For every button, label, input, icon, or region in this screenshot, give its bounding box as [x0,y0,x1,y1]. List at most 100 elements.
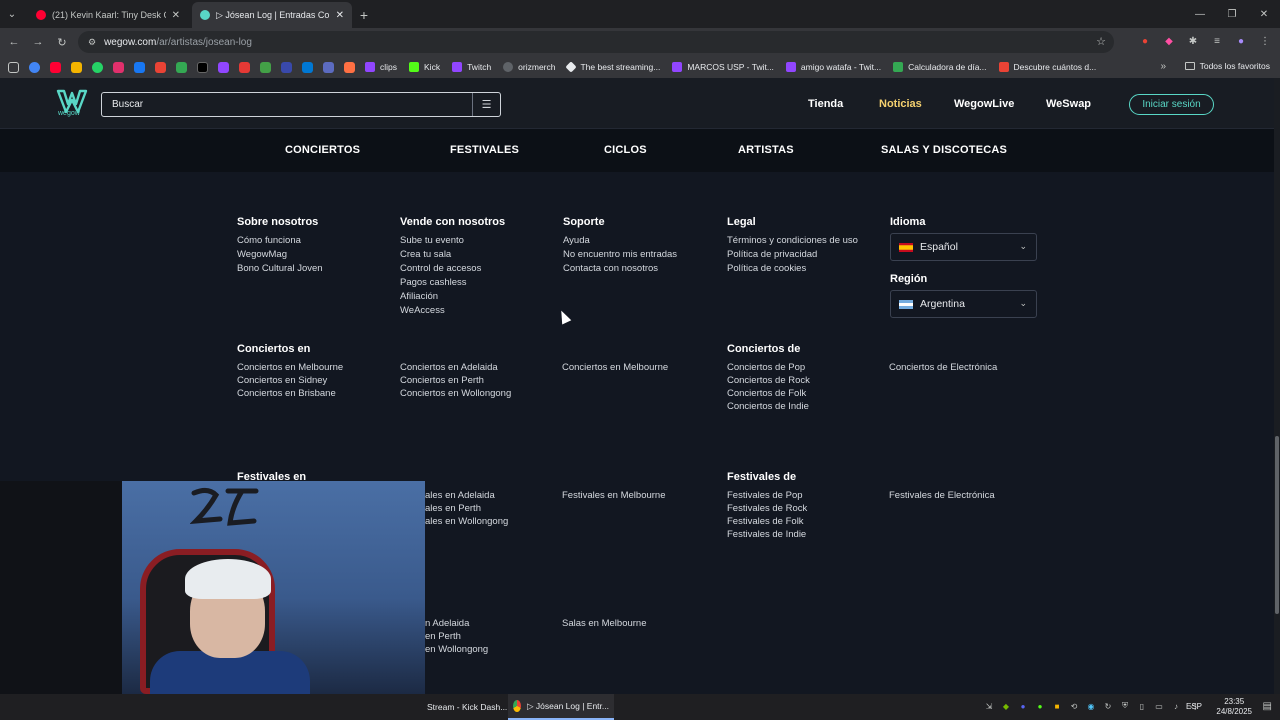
translate-icon[interactable] [323,61,334,73]
bookmark-calculadora[interactable]: Calculadora de día... [893,62,987,72]
profile-avatar-icon[interactable]: ● [1234,34,1248,48]
footer-link[interactable]: Conciertos de Pop [727,362,805,373]
language-select[interactable]: Español ⌄ [890,233,1037,261]
youtube-icon[interactable] [50,61,61,73]
restore-icon[interactable]: ❐ [1216,0,1248,28]
footer-link[interactable]: Festivales de Indie [727,529,806,540]
nav-wegowlive[interactable]: WegowLive [954,98,1014,110]
footer-link[interactable]: Términos y condiciones de uso [727,235,858,246]
bookmarks-overflow-chevron-icon[interactable]: » [1160,61,1166,72]
nav-weswap[interactable]: WeSwap [1046,98,1091,110]
footer-link[interactable]: ales en Adelaida [425,490,495,501]
back-arrow-icon[interactable]: ← [2,36,26,48]
footer-link[interactable]: Política de privacidad [727,249,817,260]
bookmark-clips[interactable]: clips [365,62,397,72]
footer-link[interactable]: WegowMag [237,249,287,260]
menu-kebab-icon[interactable]: ⋮ [1258,34,1272,48]
bookmark-blue-icon[interactable] [281,61,292,73]
input-language[interactable]: ESP [1186,702,1202,711]
footer-link[interactable]: No encuentro mis entradas [563,249,677,260]
tray-shield-icon[interactable]: ⛨ [1120,701,1130,711]
footer-link[interactable]: Conciertos en Melbourne [237,362,343,373]
bookmark-orizmerch[interactable]: orizmerch [503,62,555,72]
twitch-small-icon[interactable] [218,61,229,73]
new-tab-plus-icon[interactable]: + [352,2,376,28]
footer-link[interactable]: ales en Perth [425,503,481,514]
footer-link[interactable]: Pagos cashless [400,277,467,288]
nav-noticias[interactable]: Noticias [879,98,922,110]
bookmark-streaming[interactable]: The best streaming... [565,61,660,73]
footer-link[interactable]: Conciertos en Adelaida [400,362,498,373]
maps-icon[interactable] [176,61,187,73]
system-clock[interactable]: 23:35 24/8/2025 [1216,697,1252,717]
footer-link[interactable]: Festivales de Folk [727,516,804,527]
region-select[interactable]: Argentina ⌄ [890,290,1037,318]
tray-layers-icon[interactable]: ■ [1052,701,1062,711]
footer-link[interactable]: Festivales de Rock [727,503,807,514]
footer-link[interactable]: Conciertos en Brisbane [237,388,336,399]
extension-red-icon[interactable]: ● [1138,34,1152,48]
microphone-icon[interactable]: ♪ [1171,701,1181,711]
category-artistas[interactable]: ARTISTAS [738,144,794,156]
footer-link[interactable]: Ayuda [563,235,590,246]
usb-icon[interactable]: ▯ [1137,701,1147,711]
tab-search-chevron-icon[interactable]: ⌄ [0,0,24,28]
footer-link[interactable]: Contacta con nosotros [563,263,658,274]
tray-arrow-icon[interactable]: ⇲ [984,701,994,711]
page-scrollbar[interactable] [1274,78,1280,694]
category-festivales[interactable]: FESTIVALES [450,144,519,156]
address-bar[interactable]: ⚙ wegow.com/ar/artistas/josean-log ☆ [78,31,1114,53]
steam-icon[interactable]: ◉ [1086,701,1096,711]
outlook-icon[interactable] [302,61,313,73]
footer-link[interactable]: n Adelaida [425,618,469,629]
category-salas[interactable]: SALAS Y DISCOTECAS [881,144,1007,156]
login-button[interactable]: Iniciar sesión [1129,94,1214,115]
reload-icon[interactable]: ↻ [50,36,74,49]
gmail-icon[interactable] [155,61,166,73]
forward-arrow-icon[interactable]: → [26,36,50,48]
apps-grid-icon[interactable] [8,61,19,73]
tiktok-icon[interactable] [197,61,208,73]
footer-link[interactable]: Salas en Melbourne [562,618,647,629]
whatsapp-icon[interactable] [92,61,103,73]
network-icon[interactable]: ▭ [1154,701,1164,711]
google-icon[interactable] [29,61,40,73]
bookmark-kick[interactable]: Kick [409,62,440,72]
footer-link[interactable]: ales en Wollongong [425,516,508,527]
all-bookmarks[interactable]: Todos los favoritos [1184,61,1270,71]
footer-link[interactable]: Política de cookies [727,263,806,274]
search-input[interactable]: Buscar ☰ [101,92,501,117]
filter-sliders-icon[interactable]: ☰ [472,93,500,116]
bookmark-marcos[interactable]: MARCOS USP - Twit... [672,62,774,72]
category-ciclos[interactable]: CICLOS [604,144,647,156]
footer-link[interactable]: Crea tu sala [400,249,451,260]
footer-link[interactable]: Sube tu evento [400,235,464,246]
close-icon[interactable]: ✕ [172,10,180,21]
footer-link[interactable]: Conciertos en Wollongong [400,388,511,399]
footer-link[interactable]: WeAccess [400,305,445,316]
discord-icon[interactable]: ● [1018,701,1028,711]
footer-link[interactable]: Conciertos en Sidney [237,375,327,386]
site-info-icon[interactable]: ⚙ [88,37,96,48]
footer-link[interactable]: Control de accesos [400,263,481,274]
tray-back-icon[interactable]: ⟲ [1069,701,1079,711]
footer-link[interactable]: Conciertos de Electrónica [889,362,997,373]
footer-link[interactable]: Conciertos de Folk [727,388,806,399]
footer-link[interactable]: en Perth [425,631,461,642]
scrollbar-thumb[interactable] [1275,436,1279,614]
footer-link[interactable]: Cómo funciona [237,235,301,246]
footer-link[interactable]: Festivales de Pop [727,490,803,501]
extension-pink-icon[interactable]: ◆ [1162,34,1176,48]
nvidia-icon[interactable]: ◆ [1001,701,1011,711]
minimize-icon[interactable]: — [1184,0,1216,28]
nav-tienda[interactable]: Tienda [808,98,843,110]
bookmark-twitch[interactable]: Twitch [452,62,491,72]
extensions-puzzle-icon[interactable]: ✱ [1186,34,1200,48]
bookmark-orange-icon[interactable] [344,61,355,73]
footer-link[interactable]: Festivales en Melbourne [562,490,666,501]
footer-link[interactable]: Conciertos de Indie [727,401,809,412]
tray-refresh-icon[interactable]: ↻ [1103,701,1113,711]
bookmark-descubre[interactable]: Descubre cuántos d... [998,62,1096,72]
taskbar-kick-stream[interactable]: Stream - Kick Dash... [422,694,512,720]
footer-link[interactable]: Festivales de Electrónica [889,490,995,501]
